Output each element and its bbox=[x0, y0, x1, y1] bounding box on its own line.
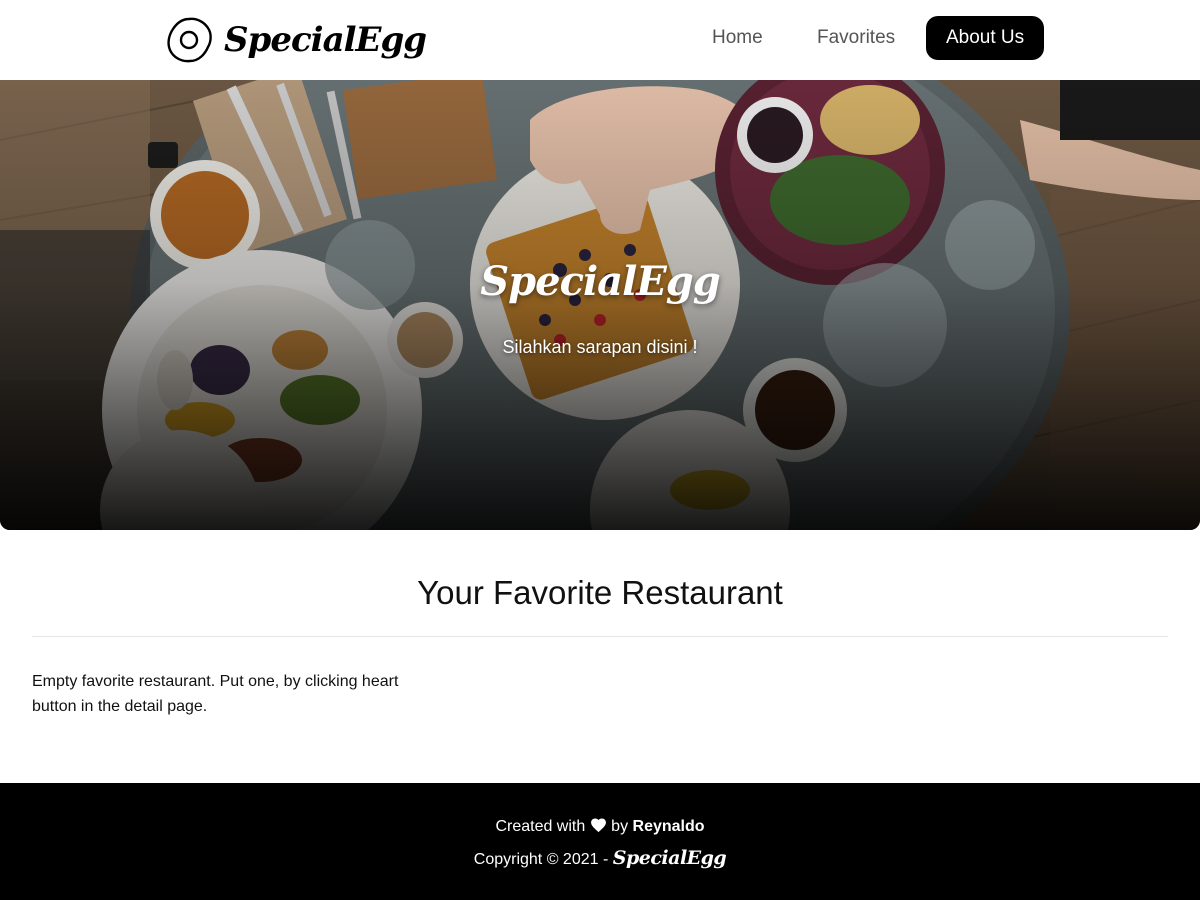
nav-favorites-link[interactable]: Favorites bbox=[797, 16, 915, 60]
hero-title: SpecialEgg bbox=[480, 258, 720, 305]
nav-home-link[interactable]: Home bbox=[692, 16, 783, 60]
fried-egg-icon bbox=[167, 17, 212, 63]
footer-created-text: Created with bbox=[495, 818, 586, 835]
heart-icon bbox=[590, 818, 606, 833]
footer-by-text: by bbox=[611, 818, 629, 835]
footer-brand-name: SpecialEgg bbox=[612, 847, 727, 869]
nav-about-link[interactable]: About Us bbox=[926, 16, 1045, 60]
page-title: Your Favorite Restaurant bbox=[417, 574, 783, 611]
brand-name: SpecialEgg bbox=[224, 20, 427, 60]
hero-banner: SpecialEgg Silahkan sarapan disini ! bbox=[0, 80, 1200, 530]
footer-author: Reynaldo bbox=[632, 818, 705, 835]
hero-overlay bbox=[0, 80, 1200, 530]
app-footer: Created with by Reynaldo Copyright © 202… bbox=[0, 783, 1200, 900]
empty-state-message: Empty favorite restaurant. Put one, by c… bbox=[32, 673, 399, 715]
footer-credit: Created with by Reynaldo bbox=[0, 817, 1200, 836]
hero-subtitle: Silahkan sarapan disini ! bbox=[502, 337, 698, 357]
footer-copyright-text: Copyright © 2021 - bbox=[473, 851, 609, 868]
app-header: SpecialEgg Home Favorites About Us bbox=[0, 0, 1200, 80]
brand[interactable]: SpecialEgg bbox=[164, 12, 427, 68]
divider bbox=[32, 636, 1168, 637]
footer-copyright: Copyright © 2021 - SpecialEgg bbox=[0, 847, 1200, 869]
